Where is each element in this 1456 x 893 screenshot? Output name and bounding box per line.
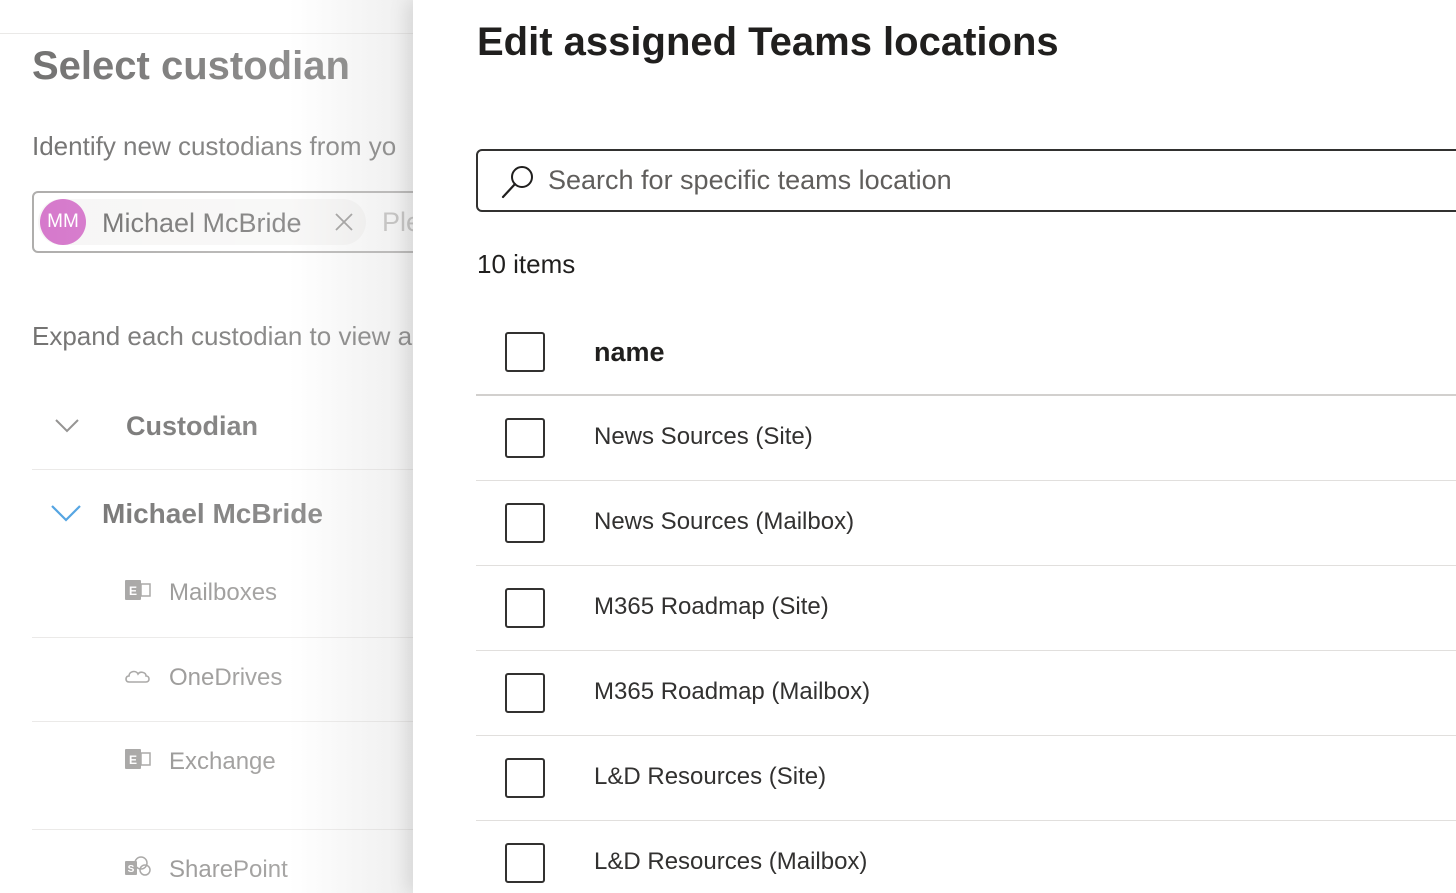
selected-custodian-name: Michael McBride (102, 208, 302, 238)
table-row[interactable]: L&D Resources (Site) (476, 736, 1456, 821)
table-row[interactable]: News Sources (Site) (476, 396, 1456, 481)
page-title: Select custodian (32, 44, 350, 88)
search-box[interactable] (476, 149, 1456, 212)
table-row[interactable]: News Sources (Mailbox) (476, 481, 1456, 566)
source-sharepoint: SharePoint (169, 856, 288, 883)
divider (32, 721, 413, 722)
custodian-name[interactable]: Michael McBride (102, 498, 323, 530)
row-name: L&D Resources (Site) (594, 763, 827, 790)
column-header-name[interactable]: name (594, 337, 665, 368)
divider (32, 637, 413, 638)
table-row[interactable]: L&D Resources (Mailbox) (476, 821, 1456, 893)
source-onedrives: OneDrives (169, 664, 283, 691)
search-icon (501, 166, 533, 199)
page-description: Identify new custodians from yo (32, 131, 397, 161)
divider (32, 829, 413, 830)
custodian-column-header[interactable]: Custodian (126, 411, 258, 442)
table-row[interactable]: M365 Roadmap (Site) (476, 566, 1456, 651)
row-checkbox[interactable] (505, 418, 545, 458)
panel-title: Edit assigned Teams locations (477, 20, 1059, 64)
item-count: 10 items (477, 249, 576, 279)
row-name: News Sources (Mailbox) (594, 508, 855, 535)
row-checkbox[interactable] (505, 588, 545, 628)
exchange-icon: E (125, 580, 151, 600)
grid-header: name (476, 310, 1456, 396)
chevron-down-icon[interactable] (54, 415, 80, 435)
locations-grid: name News Sources (Site) News Sources (M… (476, 310, 1456, 893)
source-exchange: Exchange (169, 748, 276, 775)
table-row[interactable]: M365 Roadmap (Mailbox) (476, 651, 1456, 736)
row-checkbox[interactable] (505, 843, 545, 883)
sharepoint-icon: S (125, 856, 151, 876)
row-name: M365 Roadmap (Mailbox) (594, 678, 871, 705)
avatar: MM (40, 199, 86, 245)
chevron-down-icon[interactable] (50, 502, 82, 524)
svg-text:E: E (129, 584, 137, 598)
row-name: L&D Resources (Mailbox) (594, 848, 868, 875)
row-name: M365 Roadmap (Site) (594, 593, 829, 620)
source-mailboxes: Mailboxes (169, 579, 278, 606)
row-checkbox[interactable] (505, 758, 545, 798)
top-divider (0, 33, 413, 34)
cloud-icon (125, 670, 150, 683)
exchange-icon: E (125, 749, 151, 769)
edit-teams-locations-panel: Edit assigned Teams locations 10 items n… (413, 0, 1456, 893)
row-checkbox[interactable] (505, 673, 545, 713)
selected-custodian-pill[interactable]: MM Michael McBride (38, 199, 366, 245)
select-all-checkbox[interactable] (505, 332, 545, 372)
row-name: News Sources (Site) (594, 423, 813, 450)
svg-text:E: E (129, 753, 137, 767)
expand-description: Expand each custodian to view a (32, 321, 413, 351)
search-input[interactable] (548, 159, 1448, 202)
close-icon[interactable] (334, 212, 354, 232)
row-checkbox[interactable] (505, 503, 545, 543)
divider (32, 469, 413, 470)
svg-text:S: S (128, 864, 135, 875)
